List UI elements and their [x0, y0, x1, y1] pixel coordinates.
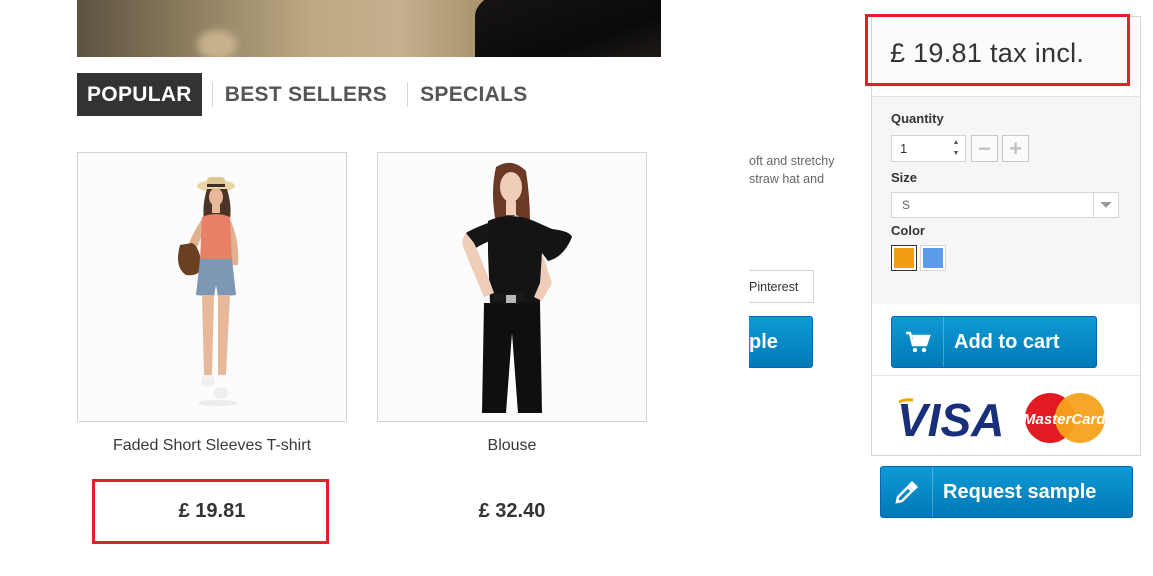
- product-price: £ 32.40: [478, 500, 546, 522]
- quantity-value: 1: [900, 141, 908, 156]
- quantity-label: Quantity: [891, 111, 944, 126]
- color-swatch-orange[interactable]: [891, 245, 917, 271]
- tab-popular[interactable]: POPULAR: [77, 73, 202, 116]
- quantity-input[interactable]: 1 ▲ ▼: [891, 135, 966, 162]
- color-swatch-blue[interactable]: [920, 245, 946, 271]
- product-name[interactable]: Blouse: [377, 437, 647, 455]
- product-description-fragment: oft and stretchy straw hat and: [749, 152, 859, 188]
- visa-logo: VISA: [897, 394, 1004, 445]
- clipped-action-button[interactable]: ple: [749, 316, 813, 368]
- product-image-blouse[interactable]: [377, 152, 647, 422]
- description-line: oft and stretchy: [749, 154, 835, 168]
- add-to-cart-button[interactable]: Add to cart: [891, 316, 1097, 368]
- request-sample-button[interactable]: Request sample: [880, 466, 1133, 518]
- product-price: £ 19.81: [178, 500, 246, 522]
- color-label: Color: [891, 223, 925, 238]
- divider: [872, 375, 1140, 376]
- add-to-cart-label: Add to cart: [954, 330, 1060, 353]
- payment-logos: VISA MasterCard: [895, 390, 1110, 446]
- clipped-button-label: ple: [749, 330, 778, 353]
- tab-divider: [211, 82, 213, 107]
- size-value: S: [902, 198, 911, 212]
- quantity-spinner[interactable]: ▲ ▼: [950, 138, 962, 159]
- request-sample-label: Request sample: [943, 480, 1097, 503]
- mastercard-logo: MasterCard: [1023, 411, 1106, 428]
- quantity-plus-button[interactable]: +: [1002, 135, 1029, 162]
- product-name[interactable]: Faded Short Sleeves T-shirt: [77, 437, 347, 455]
- chevron-down-icon: [1093, 193, 1118, 217]
- description-line: straw hat and: [749, 172, 825, 186]
- banner-image: [77, 0, 661, 57]
- quantity-minus-button[interactable]: −: [971, 135, 998, 162]
- pinterest-label: Pinterest: [749, 279, 799, 294]
- price-tax-incl: £ 19.81 tax incl.: [890, 38, 1085, 68]
- dropper-icon: [881, 467, 933, 517]
- tab-best-sellers[interactable]: BEST SELLERS: [223, 73, 397, 116]
- product-image-tshirt[interactable]: [77, 152, 347, 422]
- cart-icon: [892, 317, 944, 367]
- share-pinterest-button[interactable]: Pinterest: [749, 270, 814, 303]
- tab-divider: [407, 82, 409, 107]
- size-select[interactable]: S: [891, 192, 1119, 218]
- product-tabs: POPULAR BEST SELLERS SPECIALS: [77, 73, 538, 116]
- size-label: Size: [891, 170, 918, 185]
- tab-specials[interactable]: SPECIALS: [418, 73, 537, 116]
